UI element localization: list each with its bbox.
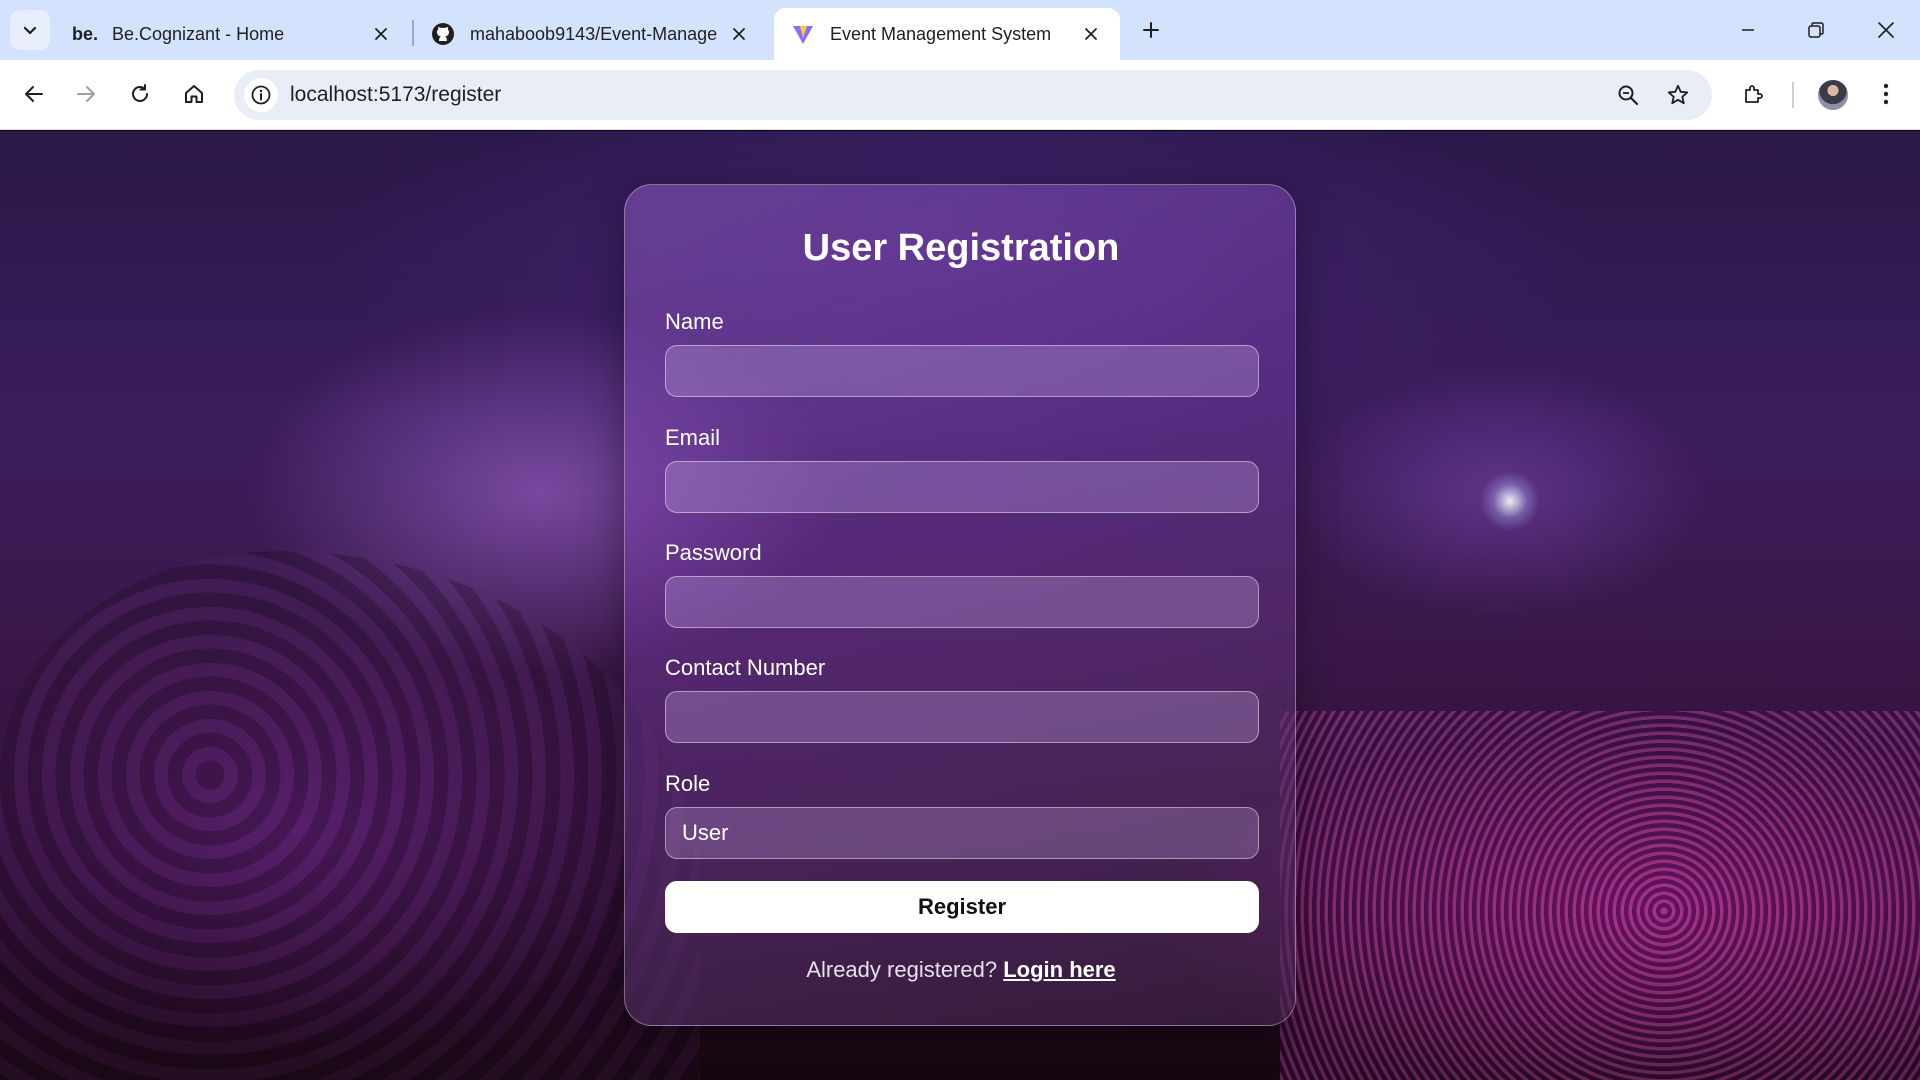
arrow-right-icon [77, 86, 95, 102]
reload-icon [132, 84, 148, 102]
contact-number-field[interactable] [665, 691, 1259, 743]
page-background: User Registration Name Email Password Co… [0, 131, 1920, 1080]
stage-light [1480, 471, 1540, 531]
register-button[interactable]: Register [665, 881, 1259, 933]
close-icon [1878, 22, 1894, 38]
minimize-icon [1742, 29, 1754, 31]
puzzle-icon [1745, 85, 1763, 103]
name-label: Name [665, 309, 724, 334]
vite-icon [790, 21, 816, 47]
url-text[interactable]: localhost:5173/register [290, 83, 501, 107]
tab-title: mahaboob9143/Event-Manage [470, 23, 718, 44]
restore-button[interactable] [1790, 8, 1842, 52]
email-label: Email [665, 425, 721, 450]
chevron-down-icon [23, 26, 37, 35]
tab-search-button[interactable] [10, 10, 50, 50]
close-tab-icon[interactable] [726, 21, 752, 47]
registration-card: User Registration Name Email Password Co… [624, 184, 1296, 1026]
back-button[interactable] [12, 72, 56, 116]
tab-title: Be.Cognizant - Home [112, 23, 285, 44]
extensions-button[interactable] [1732, 72, 1776, 116]
browser-tab-strip: be. Be.Cognizant - Home mahaboob9143/Eve… [0, 0, 1920, 60]
restore-icon [1808, 22, 1824, 38]
page-title: User Registration [802, 227, 1120, 269]
zoom-button[interactable] [1612, 79, 1644, 111]
login-prompt-text: Already registered? [806, 957, 998, 982]
zoom-out-icon [1618, 85, 1639, 106]
login-prompt: Already registered? Login here [625, 957, 1297, 983]
tab-cognizant[interactable]: be. Be.Cognizant - Home [56, 8, 410, 60]
login-link[interactable]: Login here [1003, 957, 1115, 982]
password-label: Password [665, 540, 762, 565]
site-info-button[interactable] [244, 78, 278, 112]
concert-crowd-left [0, 551, 700, 1080]
tab-github[interactable]: mahaboob9143/Event-Manage [414, 8, 768, 60]
toolbar-divider [1792, 82, 1794, 108]
profile-avatar[interactable] [1818, 80, 1848, 110]
star-icon [1667, 84, 1689, 105]
reload-button[interactable] [118, 72, 162, 116]
close-window-button[interactable] [1860, 8, 1912, 52]
password-field[interactable] [665, 576, 1259, 628]
name-field[interactable] [665, 345, 1259, 397]
browser-menu-button[interactable] [1864, 72, 1908, 116]
home-icon [185, 85, 203, 103]
bookmark-button[interactable] [1662, 79, 1694, 111]
plus-icon [1143, 22, 1159, 38]
info-icon [251, 85, 271, 105]
email-field[interactable] [665, 461, 1259, 513]
role-select-value: User [682, 820, 729, 845]
role-label: Role [665, 771, 711, 796]
new-tab-button[interactable] [1133, 12, 1169, 48]
concert-crowd-right [1280, 711, 1920, 1080]
role-select[interactable]: User [665, 807, 1259, 859]
github-icon [430, 21, 456, 47]
arrow-left-icon [25, 86, 43, 102]
tab-event-management[interactable]: Event Management System [774, 8, 1120, 60]
close-tab-icon[interactable] [368, 21, 394, 47]
forward-button[interactable] [64, 72, 108, 116]
more-vertical-icon [1883, 83, 1889, 105]
home-button[interactable] [172, 72, 216, 116]
close-tab-icon[interactable] [1078, 21, 1104, 47]
tab-title: Event Management System [830, 23, 1052, 44]
cognizant-favicon: be. [72, 23, 99, 44]
address-bar[interactable]: localhost:5173/register [234, 70, 1712, 120]
minimize-button[interactable] [1722, 8, 1774, 52]
browser-toolbar: localhost:5173/register [0, 60, 1920, 130]
contact-number-label: Contact Number [665, 655, 826, 680]
